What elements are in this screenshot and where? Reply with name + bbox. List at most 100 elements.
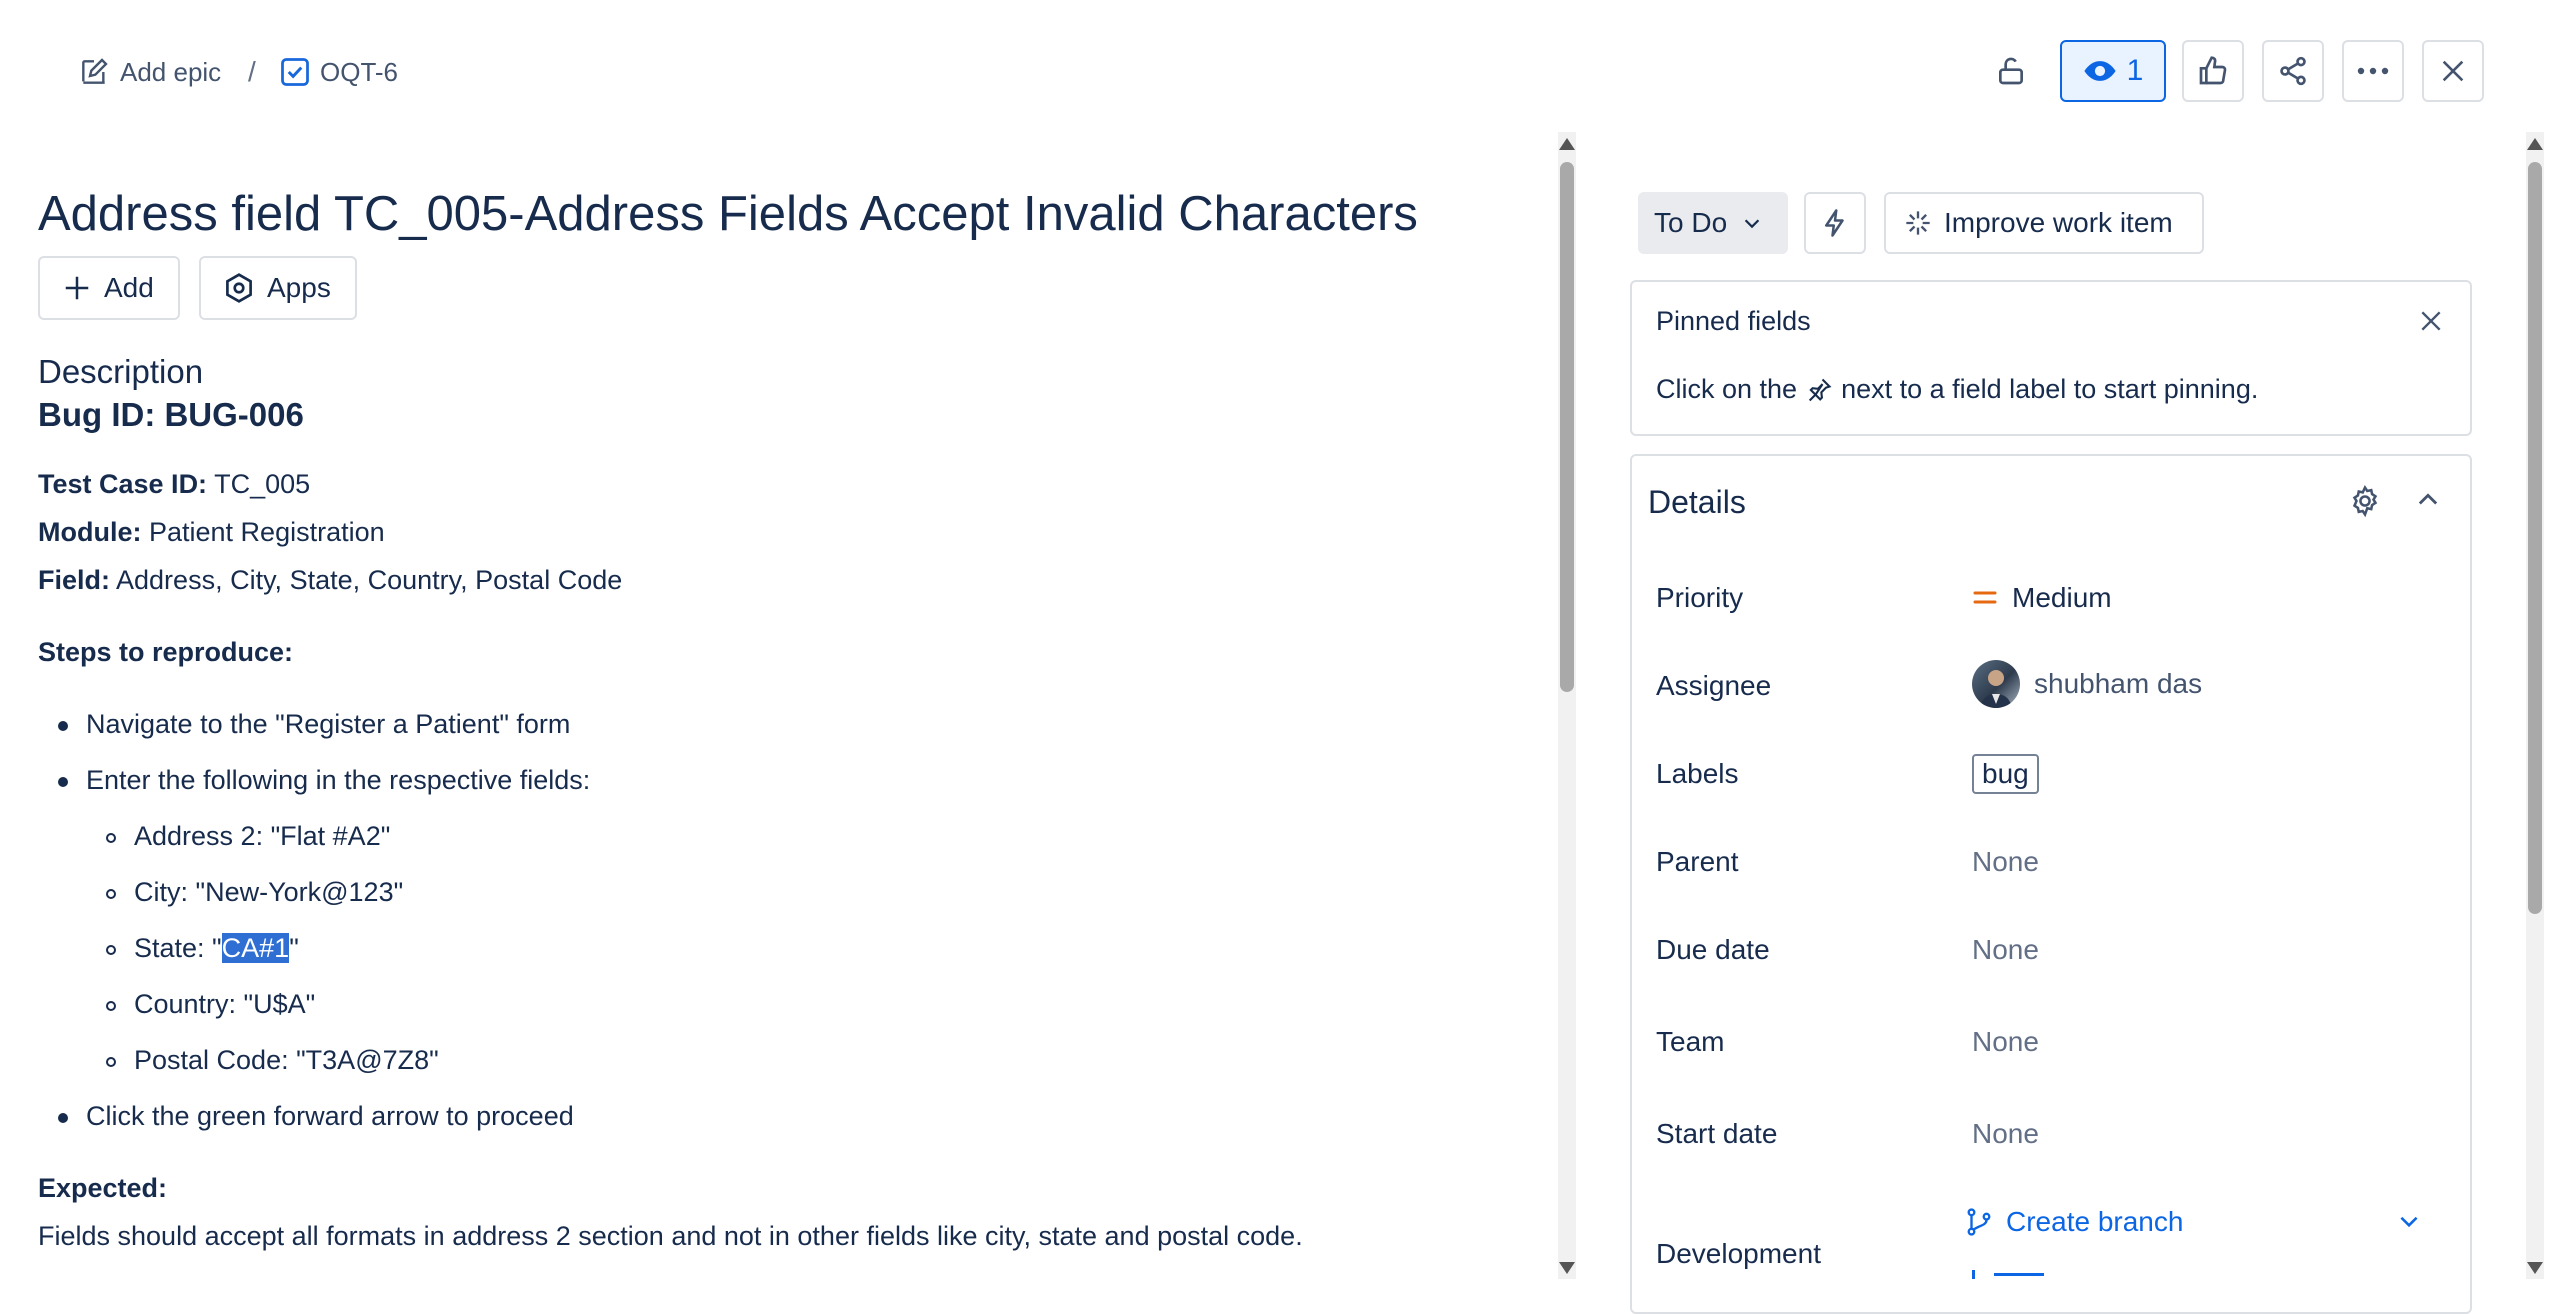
create-branch-link[interactable]: Create branch (1966, 1206, 2183, 1238)
due-date-label: Due date (1656, 934, 1770, 965)
unlock-icon (1995, 55, 2027, 87)
add-button[interactable]: Add (38, 256, 180, 320)
close-button[interactable] (2422, 40, 2484, 102)
assignee-value: shubham das (2034, 668, 2203, 699)
test-case-line: Test Case ID: TC_005 (38, 469, 310, 500)
state-prefix: State: " (134, 933, 222, 963)
bullet-marker (58, 721, 68, 731)
breadcrumb-add-epic[interactable]: Add epic (78, 52, 221, 92)
thumbs-up-icon (2197, 55, 2229, 87)
sparkle-icon (1904, 209, 1932, 237)
apps-button-label: Apps (267, 272, 331, 303)
issue-key-label: OQT-6 (320, 56, 399, 87)
avatar (1972, 660, 2020, 708)
start-date-label: Start date (1656, 1118, 1778, 1149)
step-1: Navigate to the "Register a Patient" for… (86, 709, 571, 739)
breadcrumb-separator: / (248, 56, 256, 87)
scroll-up-arrow[interactable] (2527, 138, 2543, 150)
add-button-label: Add (104, 272, 154, 303)
scroll-down-arrow[interactable] (2527, 1262, 2543, 1274)
lightning-icon (1820, 208, 1850, 238)
chevron-up-icon (2414, 486, 2442, 514)
left-scrollbar-thumb[interactable] (1560, 162, 1574, 692)
parent-value[interactable]: None (1972, 846, 2039, 878)
priority-field[interactable]: Medium (1972, 582, 2112, 614)
assignee-field[interactable]: shubham das (1972, 660, 2202, 708)
pinned-desc-before: Click on the (1656, 374, 1798, 404)
label-tag: bug (1972, 754, 2039, 794)
gear-icon (2348, 484, 2382, 518)
selected-text: CA#1 (221, 933, 290, 963)
field-value: Address, City, State, Country, Postal Co… (116, 565, 623, 595)
development-expand-button[interactable] (2396, 1208, 2422, 1234)
scroll-down-arrow[interactable] (1559, 1262, 1575, 1274)
improve-work-item-button[interactable]: Improve work item (1884, 192, 2204, 254)
team-value[interactable]: None (1972, 1026, 2039, 1058)
chevron-down-icon (1741, 212, 1763, 234)
sub-bullet-marker (106, 833, 116, 843)
task-checkbox-icon (280, 57, 310, 87)
sub-step-postal: Postal Code: "T3A@7Z8" (134, 1045, 439, 1075)
improve-label: Improve work item (1944, 207, 2173, 238)
like-button[interactable] (2182, 40, 2244, 102)
priority-label: Priority (1656, 582, 1744, 613)
pinned-fields-description: Click on the next to a field label to st… (1656, 374, 2258, 405)
team-label: Team (1656, 1026, 1725, 1057)
sub-bullet-marker (106, 889, 116, 899)
test-case-label: Test Case ID: (38, 469, 208, 499)
development-label: Development (1656, 1238, 1821, 1269)
assignee-label: Assignee (1656, 670, 1772, 701)
breadcrumb-issue-key[interactable]: OQT-6 (280, 52, 398, 92)
close-icon (2418, 308, 2444, 334)
sub-step-country: Country: "U$A" (134, 989, 316, 1019)
pinned-fields-title: Pinned fields (1656, 306, 1811, 336)
status-label: To Do (1654, 207, 1728, 238)
status-dropdown[interactable]: To Do (1638, 192, 1788, 254)
labels-label: Labels (1656, 758, 1739, 789)
details-title: Details (1648, 484, 1746, 520)
more-actions-button[interactable] (2342, 40, 2404, 102)
collapse-details-button[interactable] (2414, 486, 2442, 514)
branch-icon (1966, 1207, 1992, 1237)
step-3: Click the green forward arrow to proceed (86, 1101, 574, 1131)
sub-bullet-marker (106, 1057, 116, 1067)
module-line: Module: Patient Registration (38, 517, 385, 548)
apps-button[interactable]: Apps (199, 256, 357, 320)
bullet-marker (58, 1113, 68, 1123)
sub-bullet-marker (106, 945, 116, 955)
module-value: Patient Registration (149, 517, 385, 547)
start-date-value[interactable]: None (1972, 1118, 2039, 1150)
sub-step-state: State: "CA#1" (134, 933, 299, 964)
automation-button[interactable] (1804, 192, 1866, 254)
test-case-value: TC_005 (214, 469, 311, 499)
configure-fields-button[interactable] (2348, 484, 2382, 518)
watch-count: 1 (2126, 54, 2144, 87)
close-icon (2439, 57, 2467, 85)
plus-icon (62, 273, 92, 303)
scroll-up-arrow[interactable] (1559, 138, 1575, 150)
cut-off-link-fragment (1970, 1270, 2050, 1279)
sub-step-address: Address 2: "Flat #A2" (134, 821, 391, 851)
bullet-marker (58, 777, 68, 787)
share-button[interactable] (2262, 40, 2324, 102)
restrictions-button[interactable] (1980, 40, 2042, 102)
pin-icon (1805, 376, 1833, 404)
watch-button[interactable]: 1 (2060, 40, 2166, 102)
labels-field[interactable]: bug (1972, 754, 2039, 794)
steps-heading-text: Steps to reproduce: (38, 637, 294, 667)
add-epic-label: Add epic (120, 56, 222, 87)
create-branch-label: Create branch (2006, 1206, 2184, 1237)
expected-text: Fields should accept all formats in addr… (38, 1221, 1303, 1251)
bug-id-heading: Bug ID: BUG-006 (38, 396, 304, 433)
issue-title[interactable]: Address field TC_005-Address Fields Acce… (38, 186, 1418, 242)
due-date-value[interactable]: None (1972, 934, 2039, 966)
chevron-down-icon (2396, 1208, 2422, 1234)
pinned-close-button[interactable] (2414, 304, 2448, 338)
edit-icon (78, 56, 110, 88)
pinned-desc-after: next to a field label to start pinning. (1841, 374, 2259, 404)
sub-step-city: City: "New-York@123" (134, 877, 404, 907)
right-scrollbar-thumb[interactable] (2528, 162, 2542, 914)
priority-medium-icon (1972, 588, 1998, 608)
field-line: Field: Address, City, State, Country, Po… (38, 565, 622, 596)
expected-heading: Expected: (38, 1173, 167, 1204)
